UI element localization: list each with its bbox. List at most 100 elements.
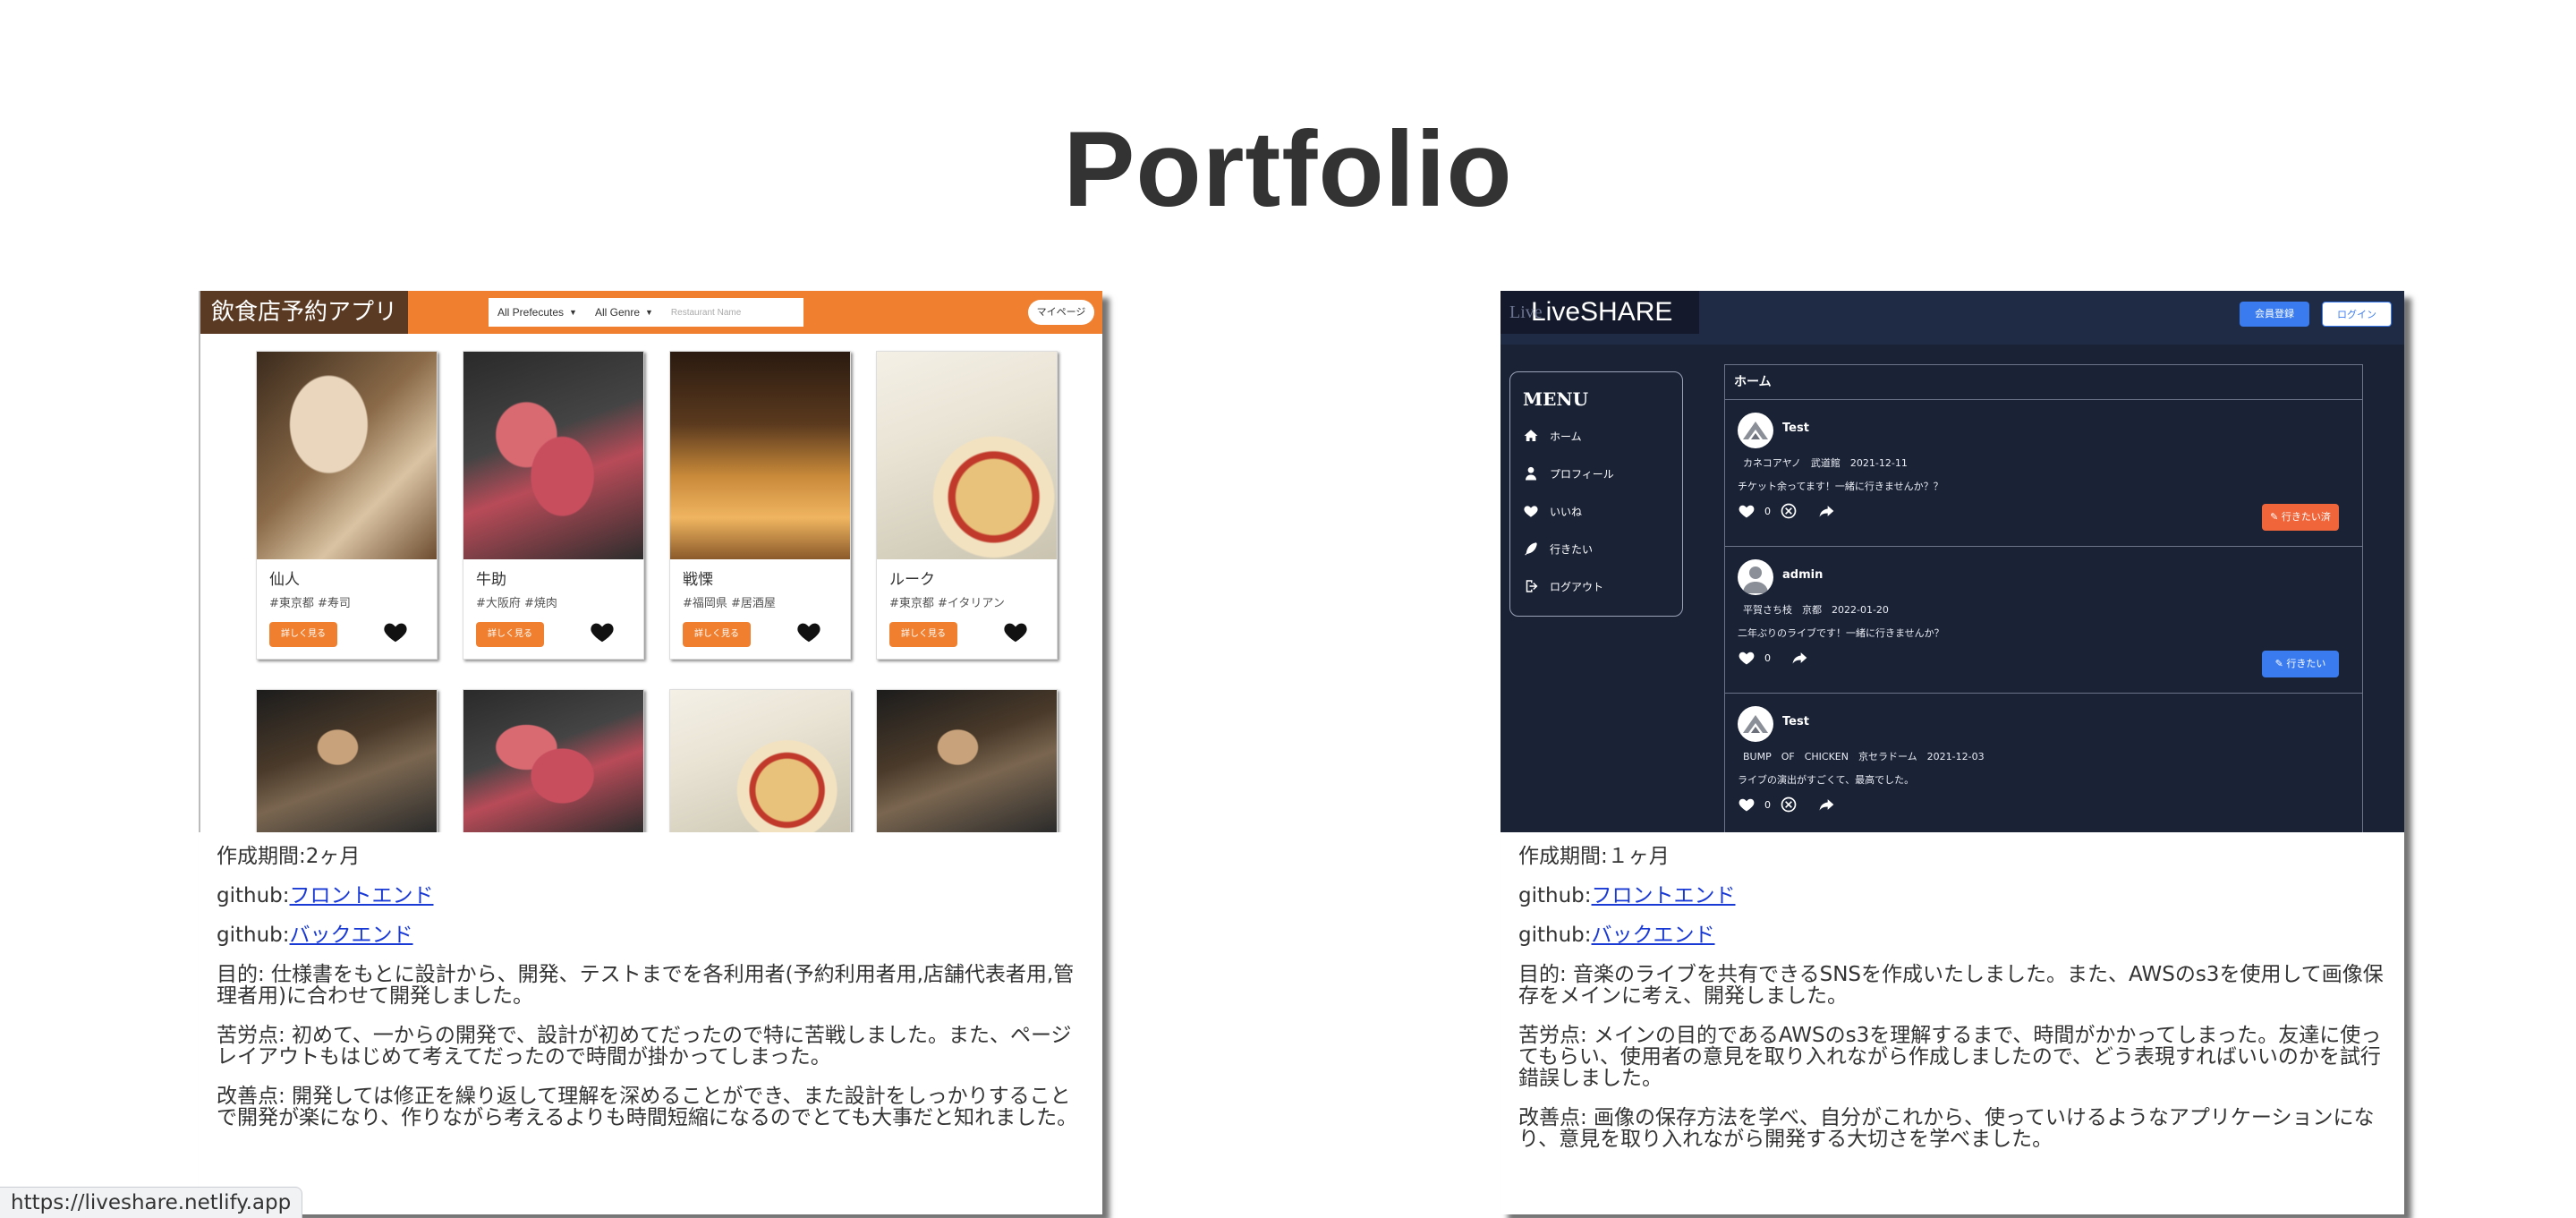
shop-tags: #東京都 #寿司 [269,597,351,610]
menu-item-profile[interactable]: プロフィール [1523,465,1614,481]
shop-card: 牛助 #大阪府 #焼肉 詳しく見る [463,351,644,660]
prefecture-select[interactable]: All Prefecutes ▼ [489,298,586,327]
heart-icon[interactable] [382,618,409,645]
shop-name: 牛助 [476,571,506,589]
restaurant-description: 作成期間:2ヶ月 github:フロントエンド github:バックエンド 目的… [217,846,1089,1146]
restaurant-app-screenshot[interactable]: 飲食店予約アプリ All Prefecutes ▼ All Genre ▼ Re… [199,291,1102,832]
creation-period: 作成期間:１ヶ月 [1518,845,1670,868]
restaurant-search-bar: All Prefecutes ▼ All Genre ▼ Restaurant … [489,298,803,327]
difficulty-text: 苦労点: 初めて、一からの開発で、設計が初めてだったので特に苦戦しました。また、… [217,1024,1072,1069]
github-label: github: [217,884,290,907]
home-icon [1524,430,1538,441]
shop-card: 仙人 #東京都 #寿司 詳しく見る [256,351,438,660]
github-label: github: [217,924,290,947]
improvement-text: 改善点: 開発しては修正を繰り返して理解を深めることができ、また設計をしっかりす… [217,1085,1078,1129]
avatar[interactable] [1738,559,1773,595]
restaurant-header: 飲食店予約アプリ All Prefecutes ▼ All Genre ▼ Re… [200,291,1102,334]
post-meta: BUMP OF CHICKEN 京セラドーム 2021-12-03 [1743,751,1985,762]
chevron-down-icon: ▼ [645,308,653,317]
shop-card: ルーク #東京都 #イタリアン 詳しく見る [876,351,1058,660]
shop-photo [877,690,1057,832]
like-count: 0 [1764,798,1771,811]
github-frontend-line: github:フロントエンド [217,885,1089,907]
github-backend-line: github:バックエンド [1518,924,2391,946]
menu-item-logout[interactable]: ログアウト [1523,578,1603,594]
restaurant-logo: 飲食店予約アプリ [200,291,409,334]
heart-icon[interactable] [1738,649,1756,667]
github-label: github: [1518,884,1592,907]
liveshare-app-screenshot[interactable]: Live LiveSHARE 会員登録 ログイン MENU ホーム プロフィール… [1501,291,2404,832]
post-text: 二年ぶりのライブです！一緒に行きませんか？ [1738,627,1944,639]
post-username[interactable]: admin [1782,568,1823,582]
want-button-label: 行きたい [2286,658,2326,669]
menu-item-label: ログアウト [1550,580,1604,593]
post-actions: 0 [1738,502,1835,520]
mypage-button[interactable]: マイページ [1028,300,1094,325]
want-to-go-button[interactable]: ✎ 行きたい [2262,651,2339,677]
avatar[interactable] [1738,706,1773,742]
restaurant-name-input[interactable]: Restaurant Name [662,308,803,318]
shop-photo [877,352,1057,559]
detail-button[interactable]: 詳しく見る [476,622,544,647]
heart-icon [1524,506,1538,517]
shop-tags: #東京都 #イタリアン [889,597,1005,610]
github-backend-line: github:バックエンド [217,924,1089,946]
shop-photo [257,690,437,832]
mountain-avatar-icon [1743,422,1768,439]
user-avatar-icon [1743,566,1768,593]
shop-card: 戦慄 #福岡県 #居酒屋 詳しく見る [669,351,851,660]
heart-icon[interactable] [589,618,616,645]
purpose-text: 目的: 仕様書をもとに設計から、開発、テストまでを各利用者(予約利用者用,店舗代… [217,963,1075,1008]
delete-icon[interactable] [1780,502,1798,520]
shop-photo [463,690,643,832]
register-button[interactable]: 会員登録 [2240,302,2309,327]
backend-link[interactable]: バックエンド [290,924,413,947]
menu-item-label: いいね [1550,505,1583,518]
menu-item-home[interactable]: ホーム [1523,428,1582,444]
frontend-link[interactable]: フロントエンド [1592,884,1736,907]
logout-icon [1526,580,1538,592]
share-icon[interactable] [1817,502,1835,520]
creation-period: 作成期間:2ヶ月 [217,845,361,868]
backend-link[interactable]: バックエンド [1592,924,1715,947]
detail-button[interactable]: 詳しく見る [889,622,957,647]
menu-item-likes[interactable]: いいね [1523,503,1582,519]
shop-name: 仙人 [269,571,300,589]
shop-name: 戦慄 [683,571,713,589]
shop-card [463,689,644,832]
home-feed: ホーム Test カネコアヤノ 武道館 2021-12-11 チケット余ってます… [1724,364,2363,832]
liveshare-logo-ghost: Live [1509,302,1543,322]
heart-icon[interactable] [1002,618,1029,645]
want-to-go-button[interactable]: ✎ 行きたい済 [2262,504,2339,531]
post-username[interactable]: Test [1782,715,1809,728]
heart-icon[interactable] [1738,502,1756,520]
avatar[interactable] [1738,413,1773,448]
menu-item-label: ホーム [1550,430,1582,443]
genre-select[interactable]: All Genre ▼ [586,298,662,327]
shop-name: ルーク [889,571,935,589]
mountain-avatar-icon [1743,715,1768,733]
post-username[interactable]: Test [1782,422,1809,435]
shop-card [669,689,851,832]
share-icon[interactable] [1817,796,1835,813]
login-button[interactable]: ログイン [2322,302,2392,327]
heart-icon[interactable] [795,618,822,645]
frontend-link[interactable]: フロントエンド [290,884,434,907]
post-item: Test カネコアヤノ 武道館 2021-12-11 チケット余ってます！一緒に… [1725,399,2362,547]
detail-button[interactable]: 詳しく見る [269,622,337,647]
delete-icon[interactable] [1780,796,1798,813]
shop-photo [463,352,643,559]
detail-button[interactable]: 詳しく見る [683,622,751,647]
prefecture-select-label: All Prefecutes [497,306,565,319]
chevron-down-icon: ▼ [569,308,577,317]
liveshare-logo-text: LiveSHARE [1531,297,1673,327]
heart-icon[interactable] [1738,796,1756,813]
menu-item-label: 行きたい [1550,542,1594,556]
menu-item-want[interactable]: 行きたい [1523,541,1593,557]
liveshare-header: Live LiveSHARE 会員登録 ログイン [1501,291,2404,345]
share-icon[interactable] [1790,649,1808,667]
github-frontend-line: github:フロントエンド [1518,885,2391,907]
menu-title: MENU [1523,388,1589,410]
portfolio-card-liveshare: Live LiveSHARE 会員登録 ログイン MENU ホーム プロフィール… [1501,291,2404,1214]
purpose-text: 目的: 音楽のライブを共有できるSNSを作成いたしました。また、AWSのs3を使… [1518,963,2384,1008]
